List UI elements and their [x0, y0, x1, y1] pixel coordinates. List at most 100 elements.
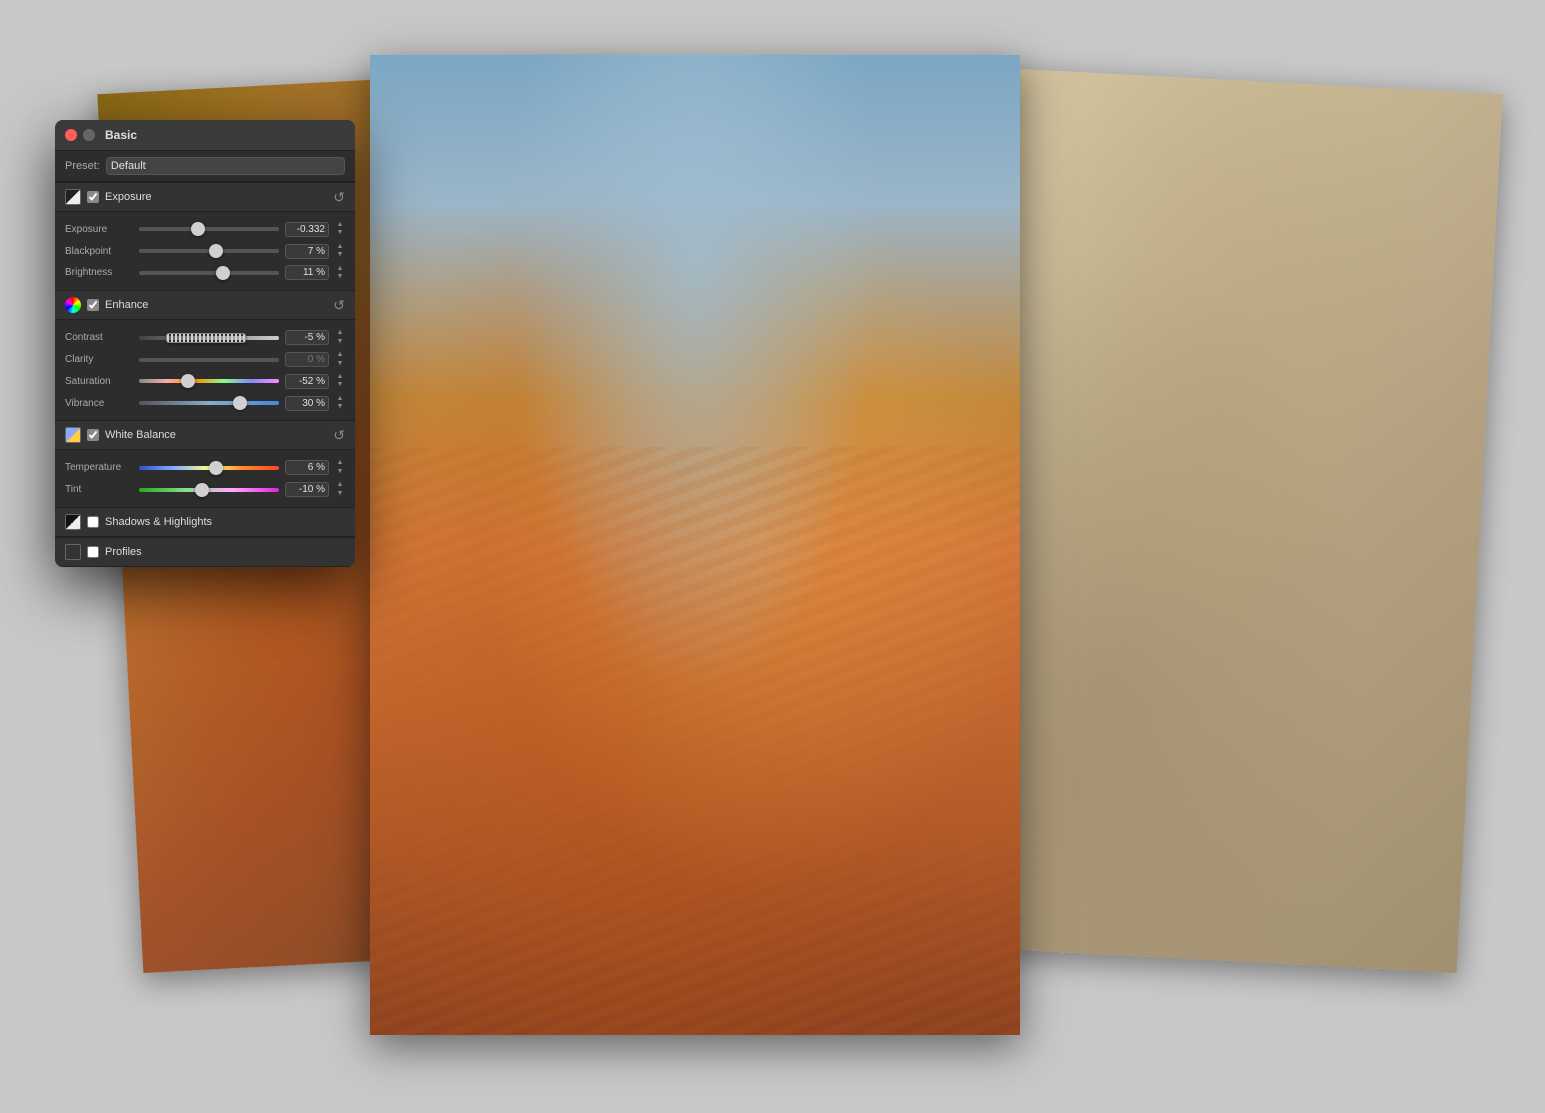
- brightness-slider-label: Brightness: [65, 267, 133, 278]
- brightness-slider-track[interactable]: [139, 271, 279, 275]
- wb-section-label: White Balance: [105, 429, 327, 441]
- vibrance-value[interactable]: [285, 396, 329, 411]
- tint-down[interactable]: ▼: [335, 490, 345, 498]
- saturation-slider-label: Saturation: [65, 376, 133, 387]
- exposure-section-label: Exposure: [105, 191, 327, 203]
- tint-slider-label: Tint: [65, 484, 133, 495]
- temperature-stepper[interactable]: ▲ ▼: [335, 459, 345, 476]
- vibrance-slider-track[interactable]: [139, 401, 279, 405]
- temperature-down[interactable]: ▼: [335, 468, 345, 476]
- brightness-up[interactable]: ▲: [335, 265, 345, 273]
- section-wb-header: White Balance ↺: [55, 420, 355, 450]
- contrast-slider-track[interactable]: [139, 336, 279, 340]
- pause-button[interactable]: [83, 129, 95, 141]
- saturation-up[interactable]: ▲: [335, 373, 345, 381]
- brightness-stepper[interactable]: ▲ ▼: [335, 265, 345, 282]
- blackpoint-slider-row: Blackpoint ▲ ▼: [65, 243, 345, 260]
- clarity-slider-track[interactable]: [139, 358, 279, 362]
- vibrance-slider-label: Vibrance: [65, 398, 133, 409]
- tint-stepper[interactable]: ▲ ▼: [335, 481, 345, 498]
- wb-sliders: Temperature ▲ ▼ Tint ▲ ▼: [55, 450, 355, 507]
- clarity-down[interactable]: ▼: [335, 360, 345, 368]
- temperature-slider-label: Temperature: [65, 462, 133, 473]
- vibrance-slider-row: Vibrance ▲ ▼: [65, 395, 345, 412]
- preset-select[interactable]: Default: [106, 157, 345, 175]
- brightness-thumb[interactable]: [216, 266, 230, 280]
- blackpoint-value[interactable]: [285, 244, 329, 259]
- tint-thumb[interactable]: [195, 483, 209, 497]
- adjustment-panel: Basic Preset: Default Exposure ↺ Exposur…: [55, 120, 355, 567]
- contrast-slider-row: Contrast ▲ ▼: [65, 329, 345, 346]
- clarity-slider-label: Clarity: [65, 354, 133, 365]
- tint-value[interactable]: [285, 482, 329, 497]
- enhance-section-label: Enhance: [105, 299, 327, 311]
- blackpoint-thumb[interactable]: [209, 244, 223, 258]
- saturation-slider-track[interactable]: [139, 379, 279, 383]
- enhance-sliders: Contrast ▲ ▼ Clarity ▲ ▼: [55, 320, 355, 420]
- blackpoint-slider-label: Blackpoint: [65, 246, 133, 257]
- temperature-thumb[interactable]: [209, 461, 223, 475]
- enhance-reset-icon[interactable]: ↺: [333, 298, 345, 312]
- exposure-up[interactable]: ▲: [335, 221, 345, 229]
- temperature-slider-track[interactable]: [139, 466, 279, 470]
- clarity-stepper[interactable]: ▲ ▼: [335, 351, 345, 368]
- saturation-thumb[interactable]: [181, 374, 195, 388]
- profiles-icon: [65, 544, 81, 560]
- section-exposure-header: Exposure ↺: [55, 182, 355, 212]
- clarity-up[interactable]: ▲: [335, 351, 345, 359]
- panel-body: Preset: Default Exposure ↺ Exposure ▲: [55, 151, 355, 567]
- blackpoint-slider-track[interactable]: [139, 249, 279, 253]
- contrast-value[interactable]: [285, 330, 329, 345]
- contrast-stepper[interactable]: ▲ ▼: [335, 329, 345, 346]
- close-button[interactable]: [65, 129, 77, 141]
- exposure-thumb[interactable]: [191, 222, 205, 236]
- clarity-slider-row: Clarity ▲ ▼: [65, 351, 345, 368]
- enhance-toggle[interactable]: [87, 299, 99, 311]
- contrast-slider-label: Contrast: [65, 332, 133, 343]
- contrast-down[interactable]: ▼: [335, 338, 345, 346]
- exposure-slider-row: Exposure ▲ ▼: [65, 221, 345, 238]
- wb-icon: [65, 427, 81, 443]
- tint-up[interactable]: ▲: [335, 481, 345, 489]
- clarity-value[interactable]: [285, 352, 329, 367]
- saturation-slider-row: Saturation ▲ ▼: [65, 373, 345, 390]
- saturation-value[interactable]: [285, 374, 329, 389]
- temperature-slider-row: Temperature ▲ ▼: [65, 459, 345, 476]
- brightness-down[interactable]: ▼: [335, 273, 345, 281]
- vibrance-stepper[interactable]: ▲ ▼: [335, 395, 345, 412]
- vibrance-thumb[interactable]: [233, 396, 247, 410]
- brightness-value[interactable]: [285, 265, 329, 280]
- contrast-up[interactable]: ▲: [335, 329, 345, 337]
- temperature-up[interactable]: ▲: [335, 459, 345, 467]
- exposure-stepper[interactable]: ▲ ▼: [335, 221, 345, 238]
- blackpoint-up[interactable]: ▲: [335, 243, 345, 251]
- profiles-toggle[interactable]: [87, 546, 99, 558]
- wb-reset-icon[interactable]: ↺: [333, 428, 345, 442]
- exposure-reset-icon[interactable]: ↺: [333, 190, 345, 204]
- saturation-stepper[interactable]: ▲ ▼: [335, 373, 345, 390]
- shadows-section-label: Shadows & Highlights: [105, 516, 345, 528]
- vibrance-down[interactable]: ▼: [335, 403, 345, 411]
- section-profiles-header: Profiles: [55, 537, 355, 567]
- exposure-down[interactable]: ▼: [335, 229, 345, 237]
- contrast-thumb[interactable]: [166, 333, 246, 343]
- exposure-toggle[interactable]: [87, 191, 99, 203]
- tint-slider-track[interactable]: [139, 488, 279, 492]
- vibrance-up[interactable]: ▲: [335, 395, 345, 403]
- saturation-down[interactable]: ▼: [335, 381, 345, 389]
- exposure-slider-label: Exposure: [65, 224, 133, 235]
- preset-row: Preset: Default: [55, 151, 355, 182]
- exposure-value[interactable]: [285, 222, 329, 237]
- shadows-toggle[interactable]: [87, 516, 99, 528]
- blackpoint-stepper[interactable]: ▲ ▼: [335, 243, 345, 260]
- exposure-slider-track[interactable]: [139, 227, 279, 231]
- brightness-slider-row: Brightness ▲ ▼: [65, 265, 345, 282]
- temperature-value[interactable]: [285, 460, 329, 475]
- section-enhance-header: Enhance ↺: [55, 290, 355, 320]
- preset-label: Preset:: [65, 160, 100, 172]
- panel-title: Basic: [105, 128, 137, 142]
- wb-toggle[interactable]: [87, 429, 99, 441]
- tint-slider-row: Tint ▲ ▼: [65, 481, 345, 498]
- shadows-icon: [65, 514, 81, 530]
- blackpoint-down[interactable]: ▼: [335, 251, 345, 259]
